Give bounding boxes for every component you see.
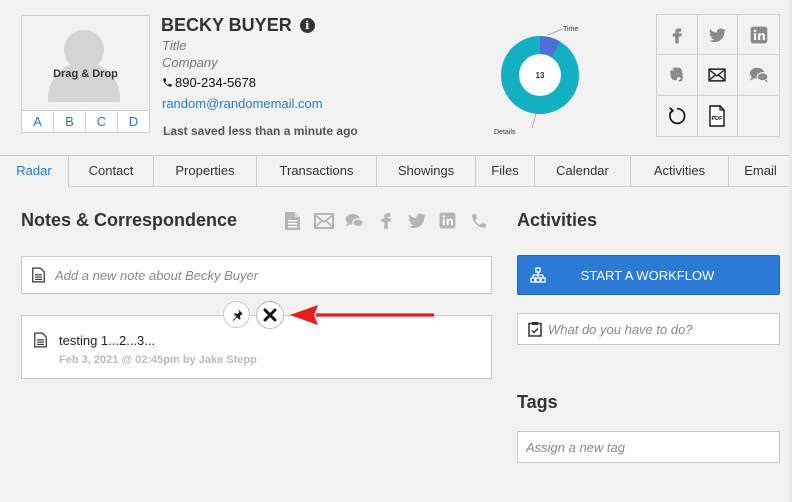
- donut-time-leader: [547, 28, 563, 36]
- contact-phone: 890-234-5678: [175, 75, 256, 90]
- last-saved-status: Last saved less than a minute ago: [163, 124, 358, 138]
- tab-bar: Radar Contact Properties Transactions Sh…: [0, 155, 792, 188]
- linkedin-icon: [439, 212, 456, 229]
- avatar-dropzone[interactable]: Drag & Drop A B C D: [21, 15, 150, 133]
- note-text: testing 1...2...3...: [59, 333, 156, 348]
- chat-icon: [345, 213, 364, 227]
- new-note-field[interactable]: [21, 256, 492, 294]
- twitter-icon: [407, 213, 426, 228]
- new-note-input[interactable]: [55, 267, 475, 283]
- tab-properties[interactable]: Properties: [154, 156, 257, 187]
- grade-c-button[interactable]: C: [86, 111, 118, 132]
- tab-calendar[interactable]: Calendar: [535, 156, 631, 187]
- undo-button[interactable]: [657, 95, 698, 136]
- facebook-icon: [381, 212, 391, 229]
- donut-center-label: 13: [536, 71, 545, 80]
- close-icon: [263, 308, 277, 322]
- donut-time-label: Time: [563, 26, 578, 33]
- tab-radar[interactable]: Radar: [0, 156, 69, 188]
- chat-icon: [749, 67, 769, 83]
- document-icon: [32, 267, 45, 283]
- activities-section-title: Activities: [517, 210, 598, 230]
- facebook-button[interactable]: [657, 15, 698, 56]
- phone-icon: [163, 78, 172, 87]
- phone-icon: [471, 213, 486, 228]
- donut-details-leader: [531, 113, 537, 129]
- donut-details-label: Details: [494, 129, 516, 136]
- grade-b-button[interactable]: B: [54, 111, 86, 132]
- delete-note-button[interactable]: [256, 301, 284, 329]
- grade-d-button[interactable]: D: [118, 111, 149, 132]
- clipboard-icon: [528, 322, 542, 337]
- tab-showings[interactable]: Showings: [377, 156, 476, 187]
- tab-activities[interactable]: Activities: [631, 156, 729, 187]
- notes-section-title: Notes & Correspondence: [21, 210, 238, 230]
- svg-text:PDF: PDF: [712, 116, 724, 122]
- email-icon: [708, 68, 727, 82]
- twitter-button[interactable]: [697, 15, 739, 56]
- tab-contact[interactable]: Contact: [69, 156, 154, 187]
- evernote-icon: [670, 67, 683, 82]
- note-meta: Feb 3, 2021 @ 02:45pm by Jake Stepp: [59, 354, 257, 366]
- contact-name-row: BECKY BUYER i: [161, 15, 315, 36]
- evernote-button[interactable]: [657, 55, 698, 96]
- pin-icon: [232, 308, 243, 321]
- phone-filter-button[interactable]: [468, 210, 489, 231]
- pdf-button[interactable]: PDF: [698, 95, 739, 136]
- document-icon: [285, 211, 300, 230]
- contact-company[interactable]: Company: [162, 55, 218, 70]
- tab-files[interactable]: Files: [476, 156, 535, 187]
- start-workflow-button[interactable]: START A WORKFLOW: [517, 255, 780, 295]
- email-button[interactable]: [697, 55, 739, 96]
- notes-filter-icons: [282, 210, 489, 231]
- grade-selector: A B C D: [22, 110, 149, 132]
- note-filter-button[interactable]: [282, 210, 303, 231]
- document-icon: [34, 332, 47, 348]
- contact-name[interactable]: BECKY BUYER: [161, 15, 292, 36]
- email-icon: [313, 212, 334, 229]
- avatar-drag-drop-label: Drag & Drop: [53, 68, 118, 80]
- chat-button[interactable]: [738, 55, 779, 96]
- grade-a-button[interactable]: A: [22, 111, 54, 132]
- contact-phone-row[interactable]: 890-234-5678: [162, 75, 256, 90]
- pdf-icon: PDF: [709, 105, 726, 127]
- tab-email[interactable]: Email: [729, 156, 792, 187]
- tag-field[interactable]: [517, 431, 780, 463]
- red-arrow-annotation: [290, 305, 434, 325]
- contact-email[interactable]: random@randomemail.com: [162, 96, 323, 111]
- tags-section-title: Tags: [517, 392, 558, 412]
- todo-input[interactable]: [548, 321, 778, 337]
- linkedin-icon: [750, 26, 767, 43]
- empty-cell: [738, 96, 779, 136]
- contact-actions-grid: PDF: [656, 14, 780, 137]
- info-icon[interactable]: i: [299, 18, 315, 33]
- linkedin-button[interactable]: [738, 15, 779, 56]
- linkedin-filter-button[interactable]: [437, 210, 458, 231]
- twitter-filter-button[interactable]: [406, 210, 427, 231]
- engagement-donut-chart[interactable]: 13 Time Details: [490, 20, 600, 140]
- facebook-filter-button[interactable]: [375, 210, 396, 231]
- email-filter-button[interactable]: [313, 210, 334, 231]
- todo-field[interactable]: [517, 313, 780, 345]
- undo-icon: [668, 106, 686, 124]
- chat-filter-button[interactable]: [344, 210, 365, 231]
- tab-transactions[interactable]: Transactions: [257, 156, 377, 187]
- pin-note-button[interactable]: [223, 301, 250, 328]
- twitter-icon: [709, 28, 727, 42]
- tag-input[interactable]: [526, 439, 771, 455]
- contact-title[interactable]: Title: [162, 38, 186, 53]
- facebook-icon: [672, 27, 682, 43]
- start-workflow-label: START A WORKFLOW: [580, 267, 715, 283]
- workflow-icon: [530, 267, 546, 283]
